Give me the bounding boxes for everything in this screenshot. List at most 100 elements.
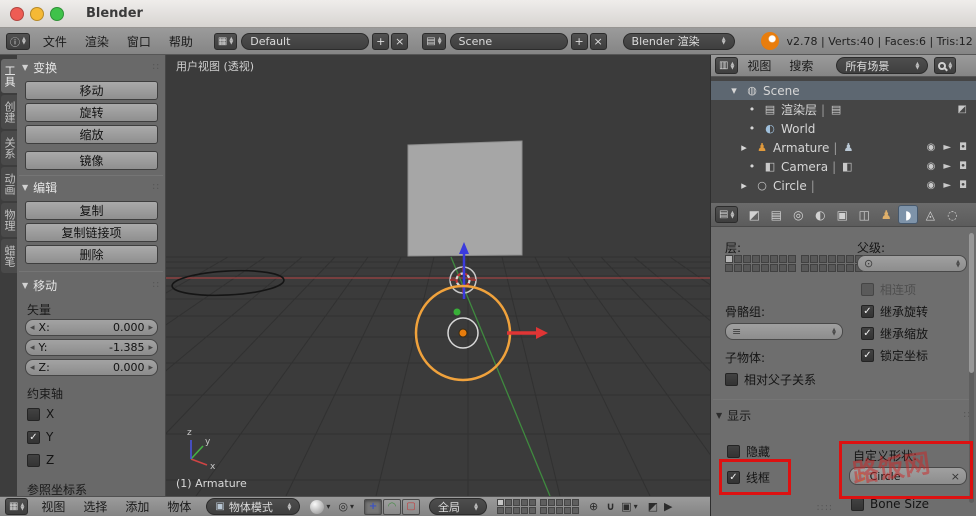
checkbox-icon[interactable] (725, 373, 738, 386)
constraints-tab-icon[interactable]: ◫ (854, 205, 874, 224)
vector-y-field[interactable]: ◂ Y: -1.385 ▸ (25, 339, 158, 356)
rotate-manipulator-icon[interactable]: ◠ (383, 498, 402, 515)
delete-button[interactable]: 删除 (25, 245, 158, 264)
tab-relations[interactable]: 关系 (1, 131, 17, 165)
checkbox-icon[interactable] (861, 283, 874, 296)
layers-grid-right[interactable] (540, 499, 580, 514)
screen-layout-selector[interactable]: Default (241, 32, 370, 50)
checkbox-icon[interactable] (27, 407, 40, 421)
add-screen-layout-button[interactable]: + (372, 32, 390, 50)
checkbox-icon[interactable]: ✓ (861, 349, 874, 362)
checkbox-icon[interactable] (851, 497, 864, 511)
armature-data-tab-icon[interactable]: ♟ (876, 205, 896, 224)
tab-create[interactable]: 创建 (1, 95, 17, 129)
translate-manipulator-icon[interactable]: + (364, 498, 383, 515)
renderability-camera-icon[interactable]: ◘ (959, 180, 967, 191)
scene-selector[interactable]: Scene (449, 32, 568, 50)
constraint-axis-z-checkbox[interactable]: Z (27, 453, 54, 467)
selectability-arrow-icon[interactable]: ► (943, 180, 951, 191)
checkbox-icon[interactable] (27, 453, 40, 467)
outliner-row-camera[interactable]: • ◧ Camera | ◧ ◉ ► ◘ (711, 157, 976, 176)
rotate-button[interactable]: 旋转 (25, 103, 158, 122)
bone-layers-grid-1[interactable] (725, 255, 796, 272)
delete-scene-button[interactable]: × (589, 32, 607, 50)
checkbox-icon[interactable]: ✓ (727, 471, 740, 484)
connected-checkbox[interactable]: 相连项 (861, 281, 916, 298)
select-menu[interactable]: 选择 (74, 497, 116, 516)
parent-selector[interactable]: ⊙ ▲ ▼ (857, 255, 967, 272)
outliner-editor-type-icon[interactable]: ▥ ▲ ▼ (715, 57, 739, 74)
bone-tab-icon[interactable]: ◗ (898, 205, 919, 224)
relative-parenting-checkbox[interactable]: 相对父子关系 (725, 371, 816, 388)
tab-physics[interactable]: 物理 (1, 203, 17, 237)
duplicate-button[interactable]: 复制 (25, 201, 158, 220)
mirror-button[interactable]: 镜像 (25, 151, 158, 170)
hide-checkbox[interactable]: 隐藏 (727, 443, 770, 460)
constraint-axis-y-checkbox[interactable]: ✓ Y (27, 430, 53, 444)
decrement-icon[interactable]: ◂ (30, 323, 35, 333)
tab-grease-pencil[interactable]: 蜡笔 (1, 239, 17, 273)
tab-animation[interactable]: 动画 (1, 167, 17, 201)
bone-constraints-tab-icon[interactable]: ◬ (920, 205, 940, 224)
clear-custom-shape-icon[interactable]: × (951, 470, 960, 483)
wire-checkbox[interactable]: ✓ 线框 (727, 469, 770, 486)
scene-tab-icon[interactable]: ◎ (788, 205, 808, 224)
increment-icon[interactable]: ▸ (148, 323, 153, 333)
opengl-render-anim-icon[interactable]: ▶ (664, 500, 672, 513)
decrement-icon[interactable]: ◂ (30, 343, 35, 353)
outliner-row-circle[interactable]: ▸ ○ Circle | ◉ ► ◘ (711, 176, 976, 195)
outliner-row-world[interactable]: • ◐ World (711, 119, 976, 138)
decrement-icon[interactable]: ◂ (30, 363, 35, 373)
physics-tab-icon[interactable]: ◌ (942, 205, 962, 224)
vector-z-field[interactable]: ◂ Z: 0.000 ▸ (25, 359, 158, 376)
outliner-row-scene[interactable]: ▾ ◍ Scene (711, 81, 976, 100)
menu-file[interactable]: 文件 (34, 28, 76, 54)
transform-panel-header[interactable]: ▼ 变换 ∷ (22, 59, 160, 75)
renderability-camera-icon[interactable]: ◘ (959, 142, 967, 153)
viewport-shading-selector[interactable]: ▾ (310, 499, 330, 514)
expander-icon[interactable]: ▸ (737, 179, 751, 192)
outliner-row-render-layers[interactable]: • ▤ 渲染层 | ▤ ◩ (711, 100, 976, 119)
inherit-scale-checkbox[interactable]: ✓ 继承缩放 (861, 325, 928, 342)
display-panel-header[interactable]: ▼ 显示 ∷ (716, 407, 971, 423)
scrollbar-thumb[interactable] (969, 233, 974, 373)
window-minimize-button[interactable] (30, 6, 44, 21)
visibility-eye-icon[interactable]: ◉ (927, 180, 936, 191)
duplicate-linked-button[interactable]: 复制链接项 (25, 223, 158, 242)
scene-browse-icon[interactable]: ▤ ▲ ▼ (422, 32, 446, 50)
outliner-row-armature[interactable]: ▸ ♟ Armature | ♟ ◉ ► ◘ (711, 138, 976, 157)
expander-icon[interactable]: ▾ (727, 84, 741, 97)
snap-magnet-icon[interactable]: ∪ (606, 500, 615, 513)
renderability-icon[interactable]: ◩ (958, 104, 967, 115)
selectability-arrow-icon[interactable]: ► (943, 142, 951, 153)
transform-orientation-selector[interactable]: 全局 ▲ ▼ (429, 498, 488, 515)
custom-shape-selector[interactable]: ○ Circle × (849, 467, 967, 485)
scale-manipulator-icon[interactable]: ▢ (402, 498, 421, 515)
renderability-camera-icon[interactable]: ◘ (959, 161, 967, 172)
add-menu[interactable]: 添加 (116, 497, 158, 516)
menu-render[interactable]: 渲染 (76, 28, 118, 54)
lock-coordinates-checkbox[interactable]: ✓ 锁定坐标 (861, 347, 928, 364)
increment-icon[interactable]: ▸ (148, 343, 153, 353)
constraint-axis-x-checkbox[interactable]: X (27, 407, 54, 421)
menu-window[interactable]: 窗口 (118, 28, 160, 54)
vector-x-field[interactable]: ◂ X: 0.000 ▸ (25, 319, 158, 336)
bone-size-checkbox[interactable]: Bone Size (851, 497, 929, 511)
render-engine-selector[interactable]: Blender 渲染 ▲ ▼ (622, 32, 735, 50)
bone-group-selector[interactable]: ≡ ▲ ▼ (725, 323, 843, 340)
visibility-eye-icon[interactable]: ◉ (927, 161, 936, 172)
outliner-search-menu[interactable]: 搜索 (780, 55, 822, 76)
checkbox-icon[interactable]: ✓ (861, 305, 874, 318)
object-tab-icon[interactable]: ▣ (832, 205, 852, 224)
world-tab-icon[interactable]: ◐ (810, 205, 830, 224)
scale-button[interactable]: 缩放 (25, 125, 158, 144)
tab-tools[interactable]: 工具 (1, 59, 17, 93)
increment-icon[interactable]: ▸ (148, 363, 153, 373)
snap-element-selector[interactable]: ▣ ▾ (621, 500, 637, 513)
mode-selector[interactable]: ▣ 物体模式 ▲ ▼ (206, 498, 301, 515)
window-close-button[interactable] (10, 6, 24, 21)
outliner-search-icon[interactable]: ▲ ▼ (934, 57, 957, 74)
delete-screen-layout-button[interactable]: × (391, 32, 409, 50)
translate-button[interactable]: 移动 (25, 81, 158, 100)
viewport-3d[interactable]: x y z 用户视图 (透视) (1) Armature (166, 55, 710, 496)
